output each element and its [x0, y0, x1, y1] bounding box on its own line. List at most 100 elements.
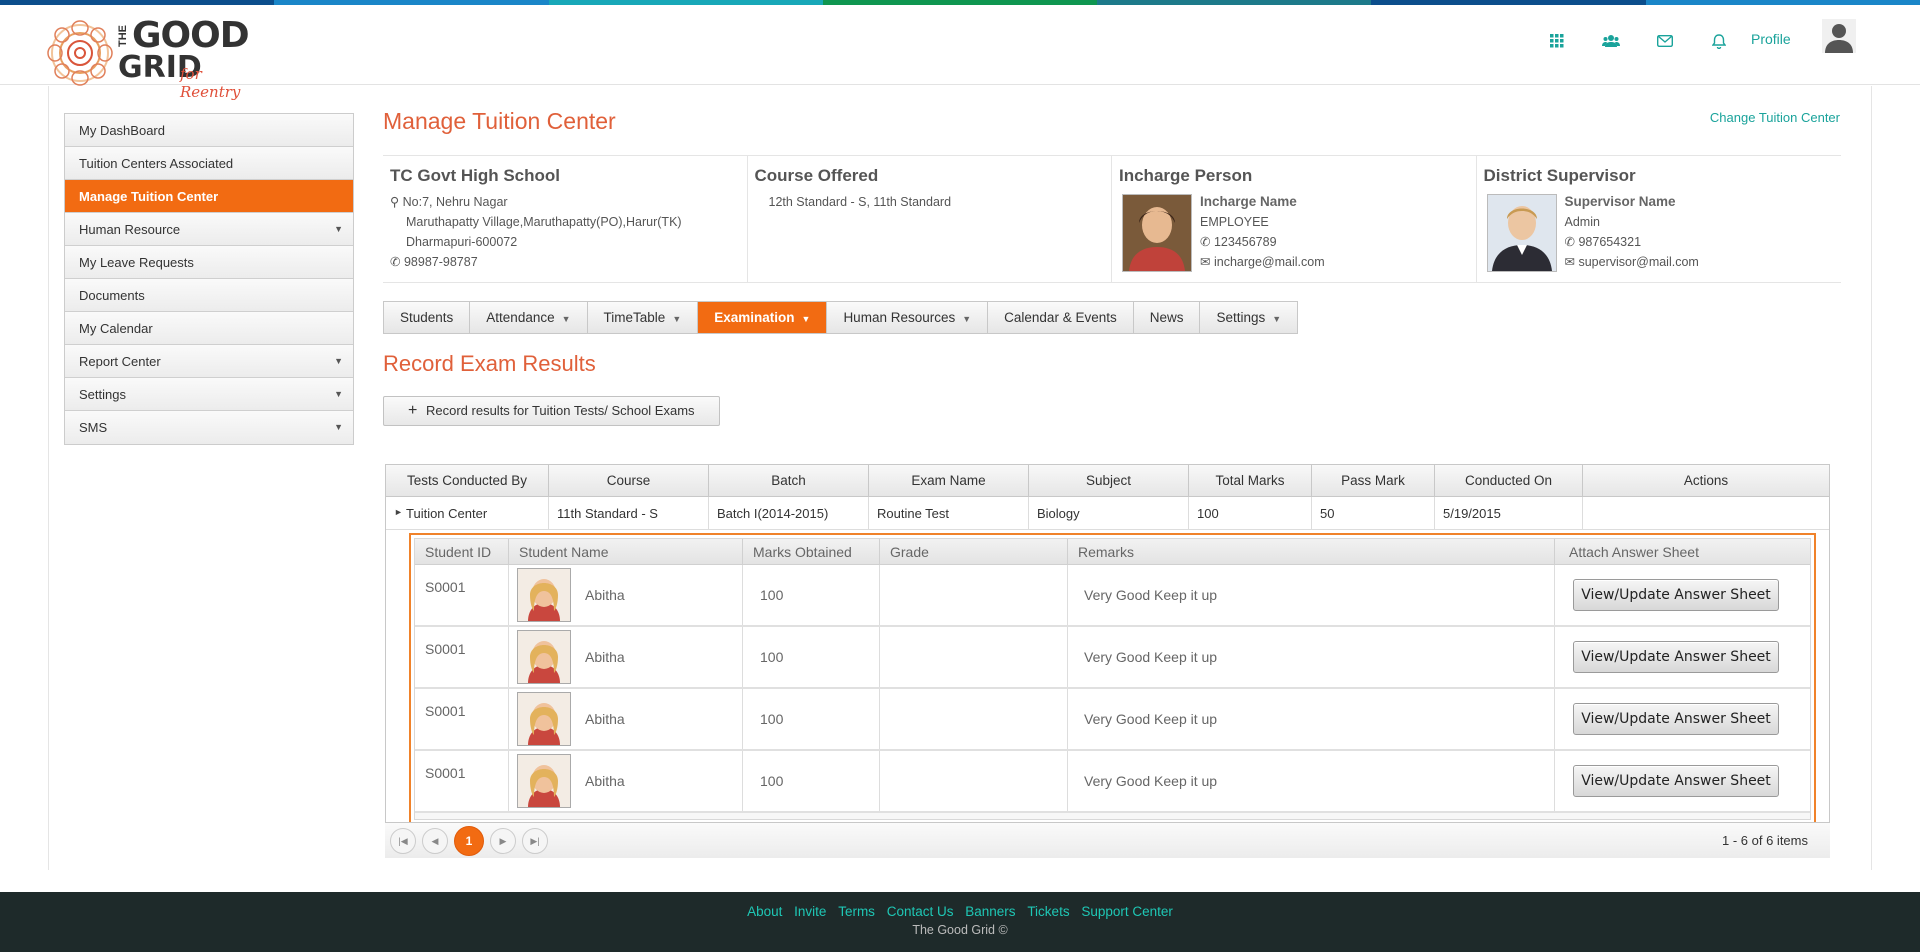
sidebar-item-label: SMS [79, 420, 108, 435]
supervisor-name: Supervisor Name [1564, 194, 1676, 209]
tab-attendance[interactable]: Attendance ▼ [470, 302, 588, 333]
sidebar-item-manage-tuition-center[interactable]: Manage Tuition Center [65, 180, 353, 213]
prev-page-icon[interactable]: ◀ [422, 827, 448, 854]
sidebar-item-label: Documents [79, 288, 145, 303]
tab-examination[interactable]: Examination ▼ [698, 302, 828, 333]
tab-timetable[interactable]: TimeTable ▼ [587, 302, 699, 333]
tab-calendar-events[interactable]: Calendar & Events [988, 302, 1134, 333]
column-header[interactable]: Batch [709, 465, 869, 496]
cell-student-name: Abitha [509, 565, 743, 625]
student-results-grid: Student ID Student Name Marks Obtained G… [414, 538, 1811, 820]
users-icon[interactable] [1584, 27, 1638, 55]
plus-icon: + [408, 402, 418, 419]
cell-grade [880, 627, 1068, 687]
cell-remarks: Very Good Keep it up [1068, 565, 1555, 625]
last-page-icon[interactable]: ▶| [522, 827, 548, 854]
footer-link-invite[interactable]: Invite [794, 904, 826, 919]
footer-link-banners[interactable]: Banners [965, 904, 1015, 919]
tab-human-resources[interactable]: Human Resources ▼ [827, 302, 989, 333]
view-update-answer-sheet-button[interactable]: View/Update Answer Sheet [1573, 703, 1779, 735]
caret-down-icon: ▼ [801, 314, 811, 324]
cell-grade [880, 565, 1068, 625]
sidebar-item-human-resource[interactable]: Human Resource ▼ [65, 213, 353, 246]
column-header[interactable]: Attach Answer Sheet [1555, 539, 1810, 564]
column-header[interactable]: Student ID [415, 539, 509, 564]
incharge-email[interactable]: incharge@mail.com [1214, 255, 1325, 269]
student-row[interactable]: S0001 Abitha 100 Very Good Keep it up View/U… [415, 689, 1810, 751]
sidebar-item-leave-requests[interactable]: My Leave Requests [65, 246, 353, 279]
cell-answer-sheet: View/Update Answer Sheet [1555, 751, 1810, 811]
sidebar-item-settings[interactable]: Settings ▼ [65, 378, 353, 411]
cell-student-id: S0001 [415, 751, 509, 811]
logo[interactable]: THE GOOD GRID for Reentry [46, 15, 266, 101]
supervisor-phone: 987654321 [1578, 235, 1642, 249]
record-results-button[interactable]: + Record results for Tuition Tests/ Scho… [383, 396, 720, 426]
column-header[interactable]: Conducted On [1435, 465, 1583, 496]
phone-icon: ✆ [1200, 235, 1211, 249]
school-name: TC Govt High School [390, 166, 560, 185]
school-info: TC Govt High School ⚲ No:7, Nehru Nagar … [383, 156, 748, 282]
student-row[interactable]: S0001 Abitha 100 Very Good Keep it up View/U… [415, 627, 1810, 689]
column-header[interactable]: Total Marks [1189, 465, 1312, 496]
column-header[interactable]: Grade [880, 539, 1068, 564]
tab-students[interactable]: Students [384, 302, 471, 333]
sidebar-item-report-center[interactable]: Report Center ▼ [65, 345, 353, 378]
tab-label: Examination [714, 310, 795, 325]
cell-answer-sheet: View/Update Answer Sheet [1555, 627, 1810, 687]
sidebar: My DashBoard Tuition Centers Associated … [64, 113, 354, 445]
tab-settings[interactable]: Settings ▼ [1200, 302, 1298, 333]
student-row[interactable]: S0001 Abitha 100 Very Good Keep it up View/U… [415, 565, 1810, 627]
sidebar-item-documents[interactable]: Documents [65, 279, 353, 312]
column-header[interactable]: Exam Name [869, 465, 1029, 496]
column-header[interactable]: Marks Obtained [743, 539, 880, 564]
cell-marks: 100 [743, 565, 880, 625]
cell-course: 11th Standard - S [549, 497, 709, 529]
column-header[interactable]: Subject [1029, 465, 1189, 496]
mail-icon[interactable] [1638, 27, 1692, 55]
footer-link-terms[interactable]: Terms [838, 904, 875, 919]
user-avatar[interactable] [1822, 19, 1856, 53]
footer-link-support[interactable]: Support Center [1081, 904, 1173, 919]
column-header[interactable]: Student Name [509, 539, 743, 564]
bell-icon[interactable] [1692, 27, 1746, 55]
sidebar-item-calendar[interactable]: My Calendar [65, 312, 353, 345]
cell-student-id: S0001 [415, 689, 509, 749]
view-update-answer-sheet-button[interactable]: View/Update Answer Sheet [1573, 579, 1779, 611]
profile-link[interactable]: Profile [1751, 31, 1791, 47]
caret-down-icon: ▼ [334, 356, 343, 366]
page-number-button[interactable]: 1 [454, 825, 484, 856]
supervisor-email[interactable]: supervisor@mail.com [1578, 255, 1698, 269]
copyright: The Good Grid © [912, 923, 1008, 937]
student-row[interactable]: S0001 Abitha 100 Very Good Keep it up View/U… [415, 751, 1810, 813]
cell-remarks: Very Good Keep it up [1068, 751, 1555, 811]
school-address-line3: Dharmapuri-600072 [406, 235, 518, 249]
caret-down-icon: ▼ [334, 224, 343, 234]
column-header[interactable]: Course [549, 465, 709, 496]
expand-row-icon[interactable]: ► [394, 507, 403, 517]
sidebar-item-tuition-centers[interactable]: Tuition Centers Associated [65, 147, 353, 180]
sidebar-item-dashboard[interactable]: My DashBoard [65, 114, 353, 147]
column-header[interactable]: Pass Mark [1312, 465, 1435, 496]
student-name: Abitha [585, 649, 625, 665]
table-row[interactable]: ► Tuition Center 11th Standard - S Batch… [386, 497, 1829, 530]
view-update-answer-sheet-button[interactable]: View/Update Answer Sheet [1573, 765, 1779, 797]
student-name: Abitha [585, 773, 625, 789]
column-header[interactable]: Actions [1583, 465, 1829, 496]
next-page-icon[interactable]: ▶ [490, 827, 516, 854]
cell-answer-sheet: View/Update Answer Sheet [1555, 689, 1810, 749]
column-header[interactable]: Tests Conducted By [386, 465, 549, 496]
tab-bar: Students Attendance ▼ TimeTable ▼ Examinat… [383, 301, 1299, 334]
change-tuition-center-link[interactable]: Change Tuition Center [1710, 110, 1840, 125]
first-page-icon[interactable]: |◀ [390, 827, 416, 854]
footer-link-tickets[interactable]: Tickets [1027, 904, 1069, 919]
cell-grade [880, 689, 1068, 749]
location-icon: ⚲ [390, 195, 400, 209]
pager: |◀ ◀ 1 ▶ ▶| 1 - 6 of 6 items [385, 822, 1830, 858]
view-update-answer-sheet-button[interactable]: View/Update Answer Sheet [1573, 641, 1779, 673]
column-header[interactable]: Remarks [1068, 539, 1555, 564]
footer-link-contact[interactable]: Contact Us [887, 904, 954, 919]
sidebar-item-sms[interactable]: SMS ▼ [65, 411, 353, 444]
tab-news[interactable]: News [1133, 302, 1201, 333]
footer-link-about[interactable]: About [747, 904, 782, 919]
apps-grid-icon[interactable] [1530, 27, 1584, 55]
